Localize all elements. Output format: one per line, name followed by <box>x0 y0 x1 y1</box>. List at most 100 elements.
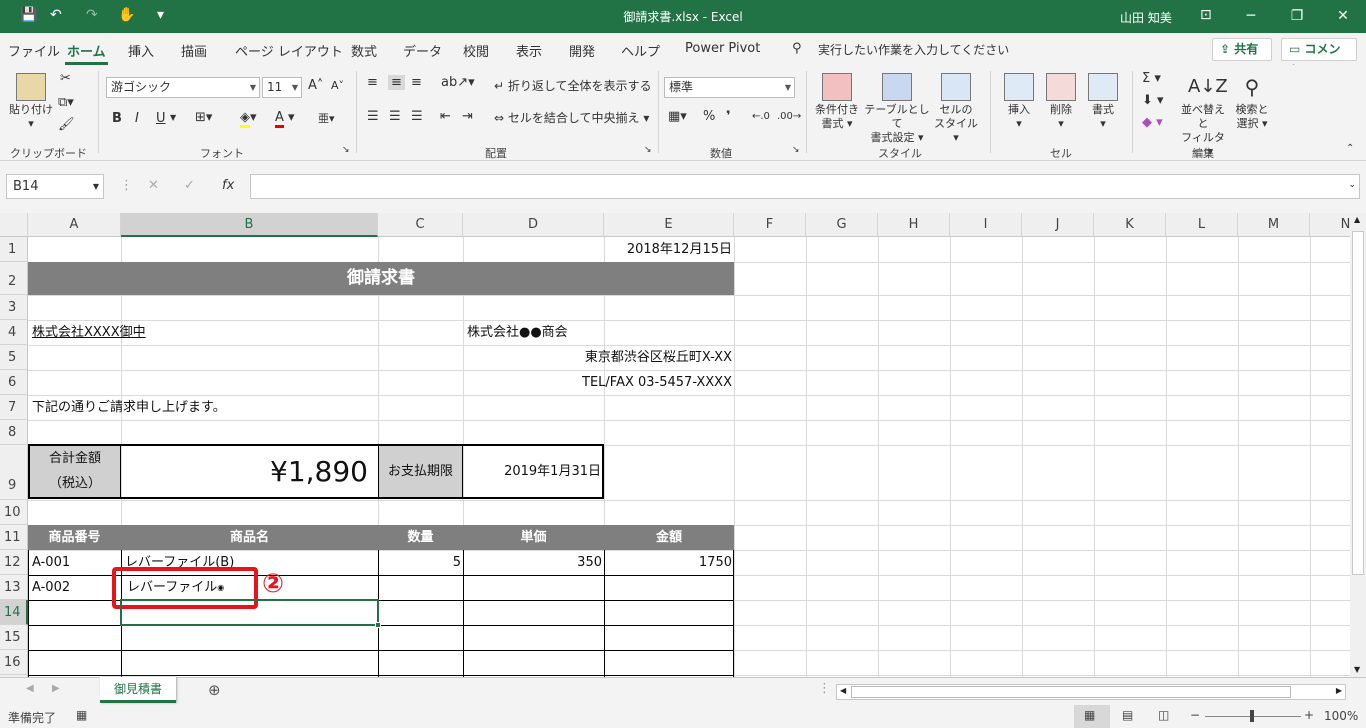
scroll-left-icon[interactable]: ◀ <box>840 686 846 695</box>
cell-e6[interactable]: TEL/FAX 03-5457-XXXX <box>467 370 732 395</box>
ribbon-display-icon[interactable]: ⊡ <box>1200 7 1212 23</box>
row-header[interactable]: 7 <box>0 395 28 420</box>
dialog-launcher-icon[interactable]: ↘ <box>644 145 652 155</box>
tab-prev-icon[interactable]: ◀ <box>26 683 34 694</box>
phonetic-icon[interactable]: 亜▾ <box>318 110 335 126</box>
hscroll-thumb[interactable] <box>851 686 1291 698</box>
zoom-out-icon[interactable]: − <box>1190 708 1200 722</box>
total-label-cell[interactable]: 合計金額 （税込） <box>30 446 121 497</box>
cut-icon[interactable]: ✂ <box>60 71 71 86</box>
indent-decrease-icon[interactable]: ⇤ <box>440 109 451 124</box>
tell-me-search[interactable]: 実行したい作業を入力してください <box>818 41 1009 58</box>
header-item-no[interactable]: 商品番号 <box>28 525 121 550</box>
row-header[interactable]: 15 <box>0 625 28 650</box>
font-name-combo[interactable]: 游ゴシック ▼ <box>106 77 260 98</box>
scroll-up-icon[interactable]: ▲ <box>1354 215 1360 224</box>
cell-c12[interactable]: 5 <box>378 550 461 575</box>
row-header[interactable]: 4 <box>0 320 28 345</box>
delete-cells-button[interactable]: 削除 ▾ <box>1040 73 1082 131</box>
header-item-name[interactable]: 商品名 <box>121 525 378 550</box>
due-label-cell[interactable]: お支払期限 <box>378 446 463 497</box>
fill-color-icon[interactable]: ◈▾ <box>240 110 257 128</box>
collapse-ribbon-icon[interactable]: ⌃ <box>1346 143 1354 154</box>
fill-icon[interactable]: ⬇ ▾ <box>1142 93 1164 108</box>
cell-d12[interactable]: 350 <box>463 550 602 575</box>
tab-page-layout[interactable]: ページ レイアウト <box>235 41 343 60</box>
minimize-button[interactable]: ─ <box>1228 0 1274 33</box>
comma-icon[interactable]: ❜ <box>726 109 731 124</box>
bold-button[interactable]: B <box>112 111 122 126</box>
normal-view-icon[interactable]: ▦ <box>1084 708 1095 722</box>
font-size-combo[interactable]: 11 ▼ <box>262 77 302 98</box>
conditional-format-button[interactable]: 条件付き 書式 ▾ <box>810 73 864 131</box>
scroll-thumb[interactable] <box>1352 231 1364 575</box>
column-header-a[interactable]: A <box>28 213 121 237</box>
enter-icon[interactable]: ✓ <box>184 178 195 193</box>
clear-icon[interactable]: ◆ ▾ <box>1142 115 1163 130</box>
row-header[interactable]: 3 <box>0 295 28 320</box>
due-date-cell[interactable]: 2019年1月31日 <box>464 446 601 497</box>
increase-decimal-icon[interactable]: ←.0 <box>752 111 770 122</box>
font-color-icon[interactable]: A ▾ <box>275 110 295 128</box>
column-header-d[interactable]: D <box>463 213 604 237</box>
select-all-corner[interactable] <box>0 213 28 237</box>
format-as-table-button[interactable]: テーブルとして 書式設定 ▾ <box>864 73 930 145</box>
align-center-icon[interactable]: ☰ <box>389 109 401 124</box>
accounting-format-icon[interactable]: ▦▾ <box>668 109 687 124</box>
orientation-icon[interactable]: ab↗▾ <box>441 75 475 90</box>
row-header[interactable]: 10 <box>0 500 28 525</box>
find-select-button[interactable]: ⚲ 検索と 選択 ▾ <box>1232 73 1272 131</box>
row-header[interactable]: 1 <box>0 237 28 262</box>
cell-e1[interactable]: 2018年12月15日 <box>604 237 732 262</box>
formula-input[interactable]: ⌄ <box>250 174 1360 199</box>
insert-function-icon[interactable]: fx <box>222 178 234 193</box>
tab-data[interactable]: データ <box>403 41 442 60</box>
tab-review[interactable]: 校閲 <box>463 41 489 60</box>
dialog-launcher-icon[interactable]: ↘ <box>792 145 800 155</box>
cell-e12[interactable]: 1750 <box>604 550 732 575</box>
fill-handle[interactable] <box>375 622 381 628</box>
align-middle-icon[interactable]: ≡ <box>388 75 405 90</box>
name-box[interactable]: B14 ▼ <box>6 174 104 199</box>
row-header[interactable]: 6 <box>0 370 28 395</box>
add-sheet-icon[interactable]: ⊕ <box>208 681 221 699</box>
merge-center-button[interactable]: ⇔ セルを結合して中央揃え ▾ <box>494 111 649 125</box>
cell-a13[interactable]: A-002 <box>32 575 70 600</box>
horizontal-scrollbar[interactable]: ◀ ▶ <box>836 684 1346 700</box>
user-name[interactable]: 山田 知美 <box>1120 9 1172 26</box>
chevron-down-icon[interactable]: ⌄ <box>1348 180 1356 190</box>
format-painter-icon[interactable]: 🖌 <box>58 117 75 132</box>
page-layout-view-icon[interactable]: ▤ <box>1122 708 1133 722</box>
row-header[interactable]: 2 <box>0 262 28 295</box>
decrease-decimal-icon[interactable]: .00→ <box>777 111 801 122</box>
tab-formulas[interactable]: 数式 <box>351 41 377 60</box>
zoom-slider-thumb[interactable] <box>1250 710 1254 722</box>
tab-next-icon[interactable]: ▶ <box>52 683 60 694</box>
tab-help[interactable]: ヘルプ <box>621 41 660 60</box>
number-format-combo[interactable]: 標準 ▼ <box>664 77 795 98</box>
cell-a12[interactable]: A-001 <box>32 550 70 575</box>
paste-button[interactable]: 貼り付け ▾ <box>8 73 54 131</box>
cell-styles-button[interactable]: セルの スタイル ▾ <box>930 73 982 145</box>
tab-file[interactable]: ファイル <box>8 41 60 60</box>
column-header-g[interactable]: G <box>806 213 878 237</box>
row-header[interactable]: 11 <box>0 525 28 550</box>
autosum-icon[interactable]: Σ ▾ <box>1142 71 1161 86</box>
cancel-icon[interactable]: ✕ <box>148 178 159 193</box>
cell-a7[interactable]: 下記の通りご請求申し上げます。 <box>32 395 226 420</box>
vertical-scrollbar[interactable]: ▲ ▼ <box>1350 213 1366 677</box>
dialog-launcher-icon[interactable]: ↘ <box>342 145 350 155</box>
comment-button[interactable]: ▭ コメント <box>1281 38 1357 77</box>
row-header[interactable]: 13 <box>0 575 28 600</box>
column-header-j[interactable]: J <box>1022 213 1094 237</box>
tab-power-pivot[interactable]: Power Pivot <box>685 41 760 56</box>
search-icon[interactable]: ⚲ <box>792 41 802 56</box>
column-header-c[interactable]: C <box>378 213 463 237</box>
column-header-b[interactable]: B <box>121 213 378 237</box>
column-header-l[interactable]: L <box>1166 213 1238 237</box>
borders-icon[interactable]: ⊞▾ <box>195 110 212 125</box>
tab-view[interactable]: 表示 <box>516 41 542 60</box>
zoom-in-icon[interactable]: + <box>1304 708 1314 722</box>
tab-insert[interactable]: 挿入 <box>128 41 154 60</box>
scroll-right-icon[interactable]: ▶ <box>1336 686 1342 695</box>
